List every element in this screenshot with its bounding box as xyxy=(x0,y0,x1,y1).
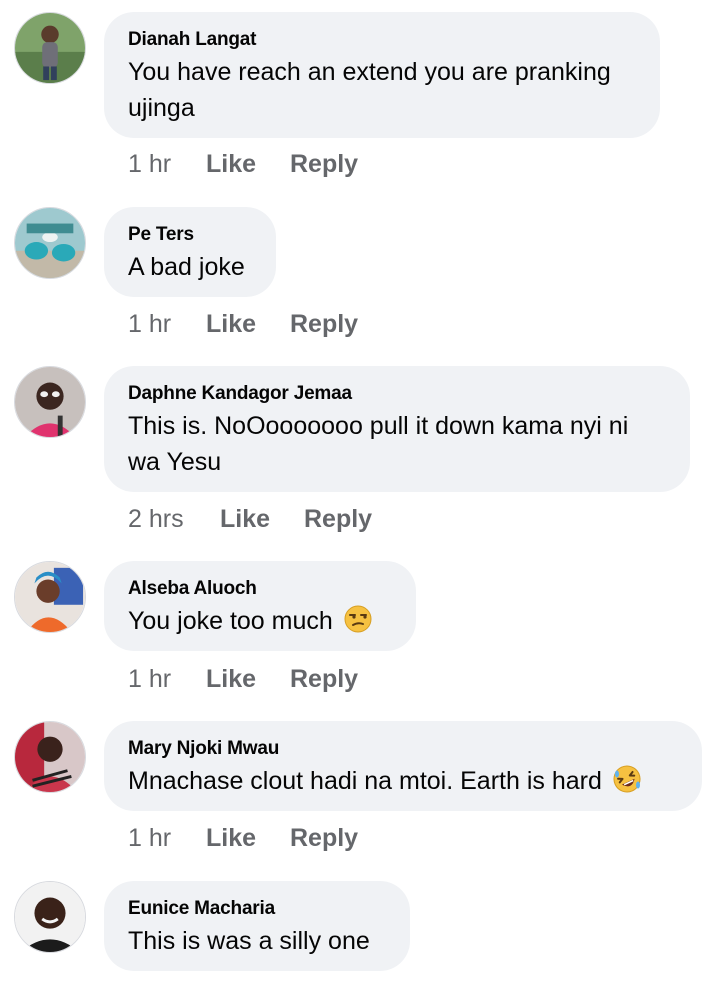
comment-text: This is was a silly one xyxy=(128,927,370,955)
reply-button[interactable]: Reply xyxy=(290,150,358,179)
reply-button[interactable]: Reply xyxy=(290,824,358,853)
avatar[interactable] xyxy=(14,721,86,793)
avatar[interactable] xyxy=(14,561,86,633)
comment-actions: 2 hrs Like Reply xyxy=(128,505,372,534)
comment-text-content: Mnachase clout hadi na mtoi. Earth is ha… xyxy=(128,767,602,795)
comment-actions: 1 hr Like Reply xyxy=(128,824,358,853)
comment-bubble: Dianah Langat You have reach an extend y… xyxy=(104,12,660,138)
comment-actions: 1 hr Like Reply xyxy=(128,310,358,339)
avatar[interactable] xyxy=(14,366,86,438)
avatar[interactable] xyxy=(14,881,86,953)
avatar[interactable] xyxy=(14,207,86,279)
comment-time[interactable]: 1 hr xyxy=(128,665,206,694)
comment-author[interactable]: Mary Njoki Mwau xyxy=(128,737,678,761)
comment-bubble: Mary Njoki Mwau Mnachase clout hadi na m… xyxy=(104,721,702,811)
avatar-photo-icon xyxy=(15,13,85,83)
reply-button[interactable]: Reply xyxy=(290,310,358,339)
comment-author[interactable]: Eunice Macharia xyxy=(128,897,386,921)
comment-time[interactable]: 1 hr xyxy=(128,150,206,179)
comment-bubble: Eunice Macharia This is was a silly one xyxy=(104,881,410,971)
comment-bubble: Pe Ters A bad joke xyxy=(104,207,276,297)
comment-bubble: Daphne Kandagor Jemaa This is. NoOoooooo… xyxy=(104,366,690,492)
comment-text: A bad joke xyxy=(128,253,245,281)
rolling-laughing-face-icon xyxy=(613,765,641,793)
avatar-photo-icon xyxy=(15,562,85,632)
reply-button[interactable]: Reply xyxy=(304,505,372,534)
like-button[interactable]: Like xyxy=(220,505,304,534)
comment-text: This is. NoOooooooo pull it down kama ny… xyxy=(128,412,629,476)
like-button[interactable]: Like xyxy=(206,824,290,853)
avatar-photo-icon xyxy=(15,208,85,278)
comment-bubble: Alseba Aluoch You joke too much xyxy=(104,561,416,651)
avatar-photo-icon xyxy=(15,882,85,952)
like-button[interactable]: Like xyxy=(206,150,290,179)
comment-author[interactable]: Alseba Aluoch xyxy=(128,577,392,601)
comment-author[interactable]: Dianah Langat xyxy=(128,28,636,52)
comment-time[interactable]: 1 hr xyxy=(128,824,206,853)
comment-author[interactable]: Daphne Kandagor Jemaa xyxy=(128,382,666,406)
comment-text: Mnachase clout hadi na mtoi. Earth is ha… xyxy=(128,763,678,799)
comment-text-content: You joke too much xyxy=(128,607,333,635)
comment-time[interactable]: 1 hr xyxy=(128,310,206,339)
like-button[interactable]: Like xyxy=(206,310,290,339)
avatar-photo-icon xyxy=(15,367,85,437)
comment-text: You joke too much xyxy=(128,603,392,639)
comment-text: You have reach an extend you are prankin… xyxy=(128,58,611,122)
comment-author[interactable]: Pe Ters xyxy=(128,223,252,247)
comment-actions: 1 hr Like Reply xyxy=(128,665,358,694)
comment-time[interactable]: 2 hrs xyxy=(128,505,220,534)
unamused-face-icon xyxy=(344,605,372,633)
reply-button[interactable]: Reply xyxy=(290,665,358,694)
avatar-photo-icon xyxy=(15,722,85,792)
comment-actions: 1 hr Like Reply xyxy=(128,150,358,179)
like-button[interactable]: Like xyxy=(206,665,290,694)
avatar[interactable] xyxy=(14,12,86,84)
